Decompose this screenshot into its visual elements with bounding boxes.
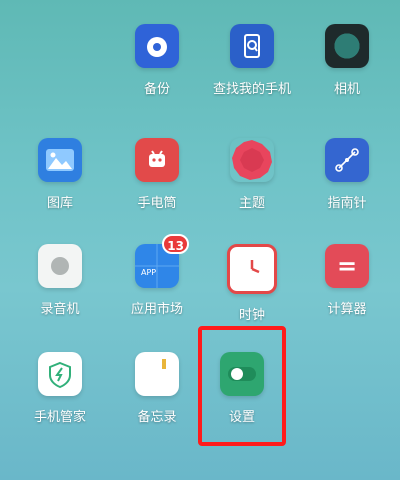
flashlight-icon: [135, 138, 179, 182]
notes-icon: [135, 352, 179, 396]
highlight-box: [198, 326, 286, 446]
app-market-icon: APP 13: [135, 234, 189, 288]
app-label: 指南针: [327, 196, 367, 211]
app-market[interactable]: APP 13 应用市场: [112, 234, 202, 317]
gallery-icon: [38, 138, 82, 182]
app-notes[interactable]: 备忘录: [112, 352, 202, 425]
calculator-icon-symbol: =: [336, 252, 358, 280]
app-label: 应用市场: [130, 302, 183, 317]
app-label: 时钟: [238, 308, 265, 323]
app-flashlight[interactable]: 手电筒: [112, 138, 202, 211]
app-market-icon-text: APP: [141, 268, 157, 277]
notification-badge: 13: [162, 234, 189, 254]
app-label: 查找我的手机: [212, 82, 291, 97]
recorder-icon: [38, 244, 82, 288]
app-label: 备份: [143, 82, 170, 97]
app-label: 计算器: [327, 302, 367, 317]
app-label: 相机: [333, 82, 360, 97]
phone-manager-icon: [38, 352, 82, 396]
home-screen-grid: 备份 查找我的手机 相机 图库 手电筒 主题 指南针 录音机 APP 13 应用…: [0, 0, 400, 480]
app-phone-manager[interactable]: 手机管家: [15, 352, 105, 425]
app-label: 主题: [238, 196, 265, 211]
app-label: 手机管家: [33, 410, 86, 425]
compass-icon: [325, 138, 369, 182]
clock-icon: [227, 244, 277, 294]
app-theme[interactable]: 主题: [207, 138, 297, 211]
app-label: 手电筒: [137, 196, 177, 211]
app-recorder[interactable]: 录音机: [15, 244, 105, 317]
app-clock[interactable]: 时钟: [207, 244, 297, 323]
app-label: 录音机: [40, 302, 80, 317]
app-backup[interactable]: 备份: [112, 24, 202, 97]
find-phone-icon: [230, 24, 274, 68]
camera-icon: [325, 24, 369, 68]
app-calculator[interactable]: = 计算器: [302, 244, 392, 317]
app-gallery[interactable]: 图库: [15, 138, 105, 211]
app-compass[interactable]: 指南针: [302, 138, 392, 211]
app-camera[interactable]: 相机: [302, 24, 392, 97]
app-find-phone[interactable]: 查找我的手机: [207, 24, 297, 97]
cloud-backup-icon: [135, 24, 179, 68]
theme-icon: [230, 138, 274, 182]
app-label: 图库: [46, 196, 73, 211]
app-label: 备忘录: [137, 410, 177, 425]
calculator-icon: =: [325, 244, 369, 288]
